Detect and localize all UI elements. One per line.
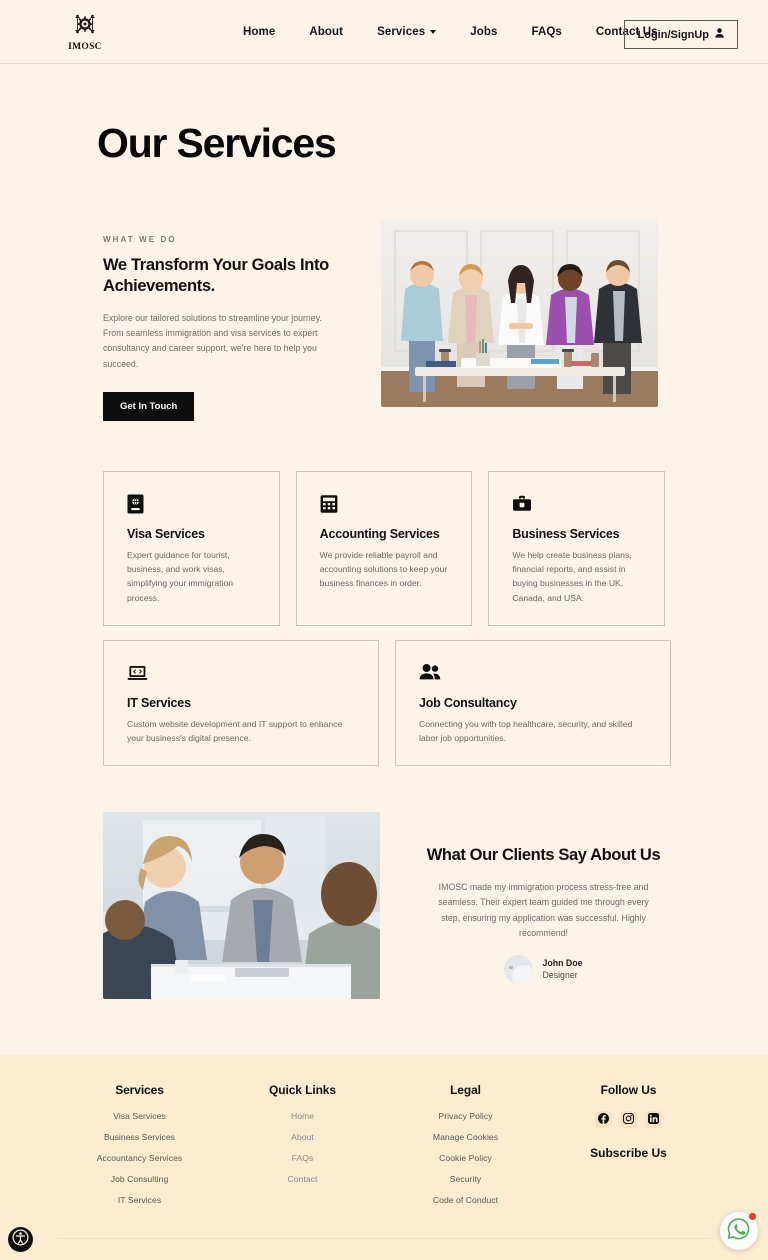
testimonial-quote: IMOSC made my immigration process stress… (438, 882, 649, 938)
nav-label: About (309, 25, 344, 38)
avatar (504, 954, 534, 984)
subscribe-title: Subscribe Us (590, 1146, 667, 1161)
card-description: We provide reliable payroll and accounti… (319, 549, 448, 589)
footer-link-accountancy-services[interactable]: Accountancy Services (58, 1153, 221, 1163)
testimonial-section: What Our Clients Say About Us IMOSC made… (103, 812, 673, 1000)
nav-item-faqs[interactable]: FAQs (531, 26, 561, 38)
card-description: Custom website development and IT suppor… (127, 718, 343, 744)
hero-heading: We Transform Your Goals Into Achievement… (103, 256, 329, 296)
card-title: Business Services (512, 526, 620, 541)
service-card-job-consultancy[interactable]: Job Consultancy Connecting you with top … (395, 639, 671, 767)
services-cards-row-1: Visa Services Expert guidance for touris… (103, 470, 666, 626)
briefcase-icon (512, 494, 641, 514)
nav-label: Jobs (470, 25, 498, 38)
gear-logo-icon (70, 11, 100, 41)
footer-column-title: Legal (450, 1083, 481, 1098)
main-nav: Home About Services Jobs FAQs Contact Us (243, 26, 658, 38)
hero-eyebrow: WHAT WE DO (103, 235, 177, 244)
hero-team-image (381, 219, 658, 407)
testimonial-title: What Our Clients Say About Us (426, 846, 661, 865)
card-description: Connecting you with top healthcare, secu… (419, 718, 633, 744)
page-title: Our Services (97, 120, 337, 166)
service-card-accounting[interactable]: Accounting Services We provide reliable … (295, 470, 473, 626)
footer-column-legal: Legal Privacy Policy Manage Cookies Cook… (384, 1083, 547, 1216)
footer-column-title: Follow Us (600, 1083, 657, 1098)
author-name: John Doe (542, 957, 583, 968)
site-header: IMOSC Home About Services Jobs FAQs Cont… (0, 0, 768, 64)
card-title: Accounting Services (319, 526, 440, 541)
footer-link-about[interactable]: About (221, 1132, 384, 1142)
footer-column-follow-us: Follow Us Subscribe Us (547, 1083, 710, 1216)
linkedin-icon (648, 1111, 659, 1129)
footer-link-job-consulting[interactable]: Job Consulting (58, 1174, 221, 1184)
footer-link-business-services[interactable]: Business Services (58, 1132, 221, 1142)
laptop-code-icon (127, 663, 355, 683)
instagram-icon (622, 1111, 635, 1129)
card-description: Expert guidance for tourist, business, a… (127, 549, 234, 603)
site-footer: Services Visa Services Business Services… (0, 1055, 768, 1260)
nav-item-home[interactable]: Home (243, 26, 275, 38)
user-icon (715, 28, 724, 41)
footer-link-cookie-policy[interactable]: Cookie Policy (384, 1153, 547, 1163)
service-card-it[interactable]: IT Services Custom website development a… (103, 639, 379, 767)
footer-link-code-of-conduct[interactable]: Code of Conduct (384, 1195, 547, 1205)
footer-link-it-services[interactable]: IT Services (58, 1195, 221, 1205)
copyright-bar: ©2024 All Rights Reserved. This website … (0, 1239, 768, 1260)
login-signup-button[interactable]: Login/SignUp (623, 20, 738, 49)
login-label: Login/SignUp (637, 28, 709, 41)
hero-section: WHAT WE DO We Transform Your Goals Into … (103, 219, 668, 421)
footer-link-home[interactable]: Home (221, 1111, 384, 1121)
testimonial-author: John Doe Designer (414, 954, 673, 984)
footer-link-privacy-policy[interactable]: Privacy Policy (384, 1111, 547, 1121)
calculator-icon (320, 494, 449, 514)
logo-text: IMOSC (68, 42, 102, 52)
service-card-business[interactable]: Business Services We help create busines… (488, 470, 666, 626)
nav-item-services[interactable]: Services (377, 25, 437, 38)
accessibility-icon (12, 1228, 29, 1251)
card-title: Job Consultancy (419, 695, 517, 710)
services-cards-row-2: IT Services Custom website development a… (103, 639, 671, 767)
footer-link-contact[interactable]: Contact (221, 1174, 384, 1184)
social-links (547, 1111, 710, 1129)
footer-column-title: Quick Links (269, 1083, 336, 1098)
accessibility-button[interactable] (8, 1227, 33, 1252)
nav-item-about[interactable]: About (309, 26, 343, 38)
notification-dot (749, 1213, 756, 1220)
hero-text-block: WHAT WE DO We Transform Your Goals Into … (103, 219, 335, 421)
whatsapp-chat-button[interactable] (720, 1212, 758, 1250)
hero-body-text: Explore our tailored solutions to stream… (103, 313, 322, 369)
nav-label: Services (377, 25, 426, 38)
logo[interactable]: IMOSC (55, 11, 115, 52)
linkedin-link[interactable] (645, 1111, 662, 1129)
whatsapp-icon (727, 1217, 751, 1246)
facebook-icon (598, 1111, 609, 1129)
footer-column-quick-links: Quick Links Home About FAQs Contact (221, 1083, 384, 1216)
nav-label: FAQs (531, 25, 562, 38)
get-in-touch-button[interactable]: Get In Touch (103, 391, 195, 421)
nav-label: Home (243, 25, 276, 38)
service-card-visa[interactable]: Visa Services Expert guidance for touris… (103, 470, 280, 626)
passport-icon (127, 494, 256, 514)
testimonial-text-block: What Our Clients Say About Us IMOSC made… (414, 812, 673, 984)
footer-link-faqs[interactable]: FAQs (221, 1153, 384, 1163)
footer-link-visa-services[interactable]: Visa Services (58, 1111, 221, 1121)
author-role: Designer (542, 970, 578, 981)
testimonial-meeting-image (103, 812, 380, 1000)
card-description: We help create business plans, financial… (512, 549, 632, 603)
card-title: IT Services (127, 695, 191, 710)
facebook-link[interactable] (595, 1111, 612, 1129)
footer-column-services: Services Visa Services Business Services… (58, 1083, 221, 1216)
footer-link-security[interactable]: Security (384, 1174, 547, 1184)
footer-link-manage-cookies[interactable]: Manage Cookies (384, 1132, 547, 1142)
footer-columns: Services Visa Services Business Services… (0, 1083, 768, 1216)
chevron-down-icon (430, 29, 437, 34)
nav-item-jobs[interactable]: Jobs (470, 26, 497, 38)
footer-column-title: Services (115, 1083, 164, 1098)
card-title: Visa Services (127, 526, 205, 541)
people-icon (419, 663, 647, 683)
instagram-link[interactable] (620, 1111, 637, 1129)
